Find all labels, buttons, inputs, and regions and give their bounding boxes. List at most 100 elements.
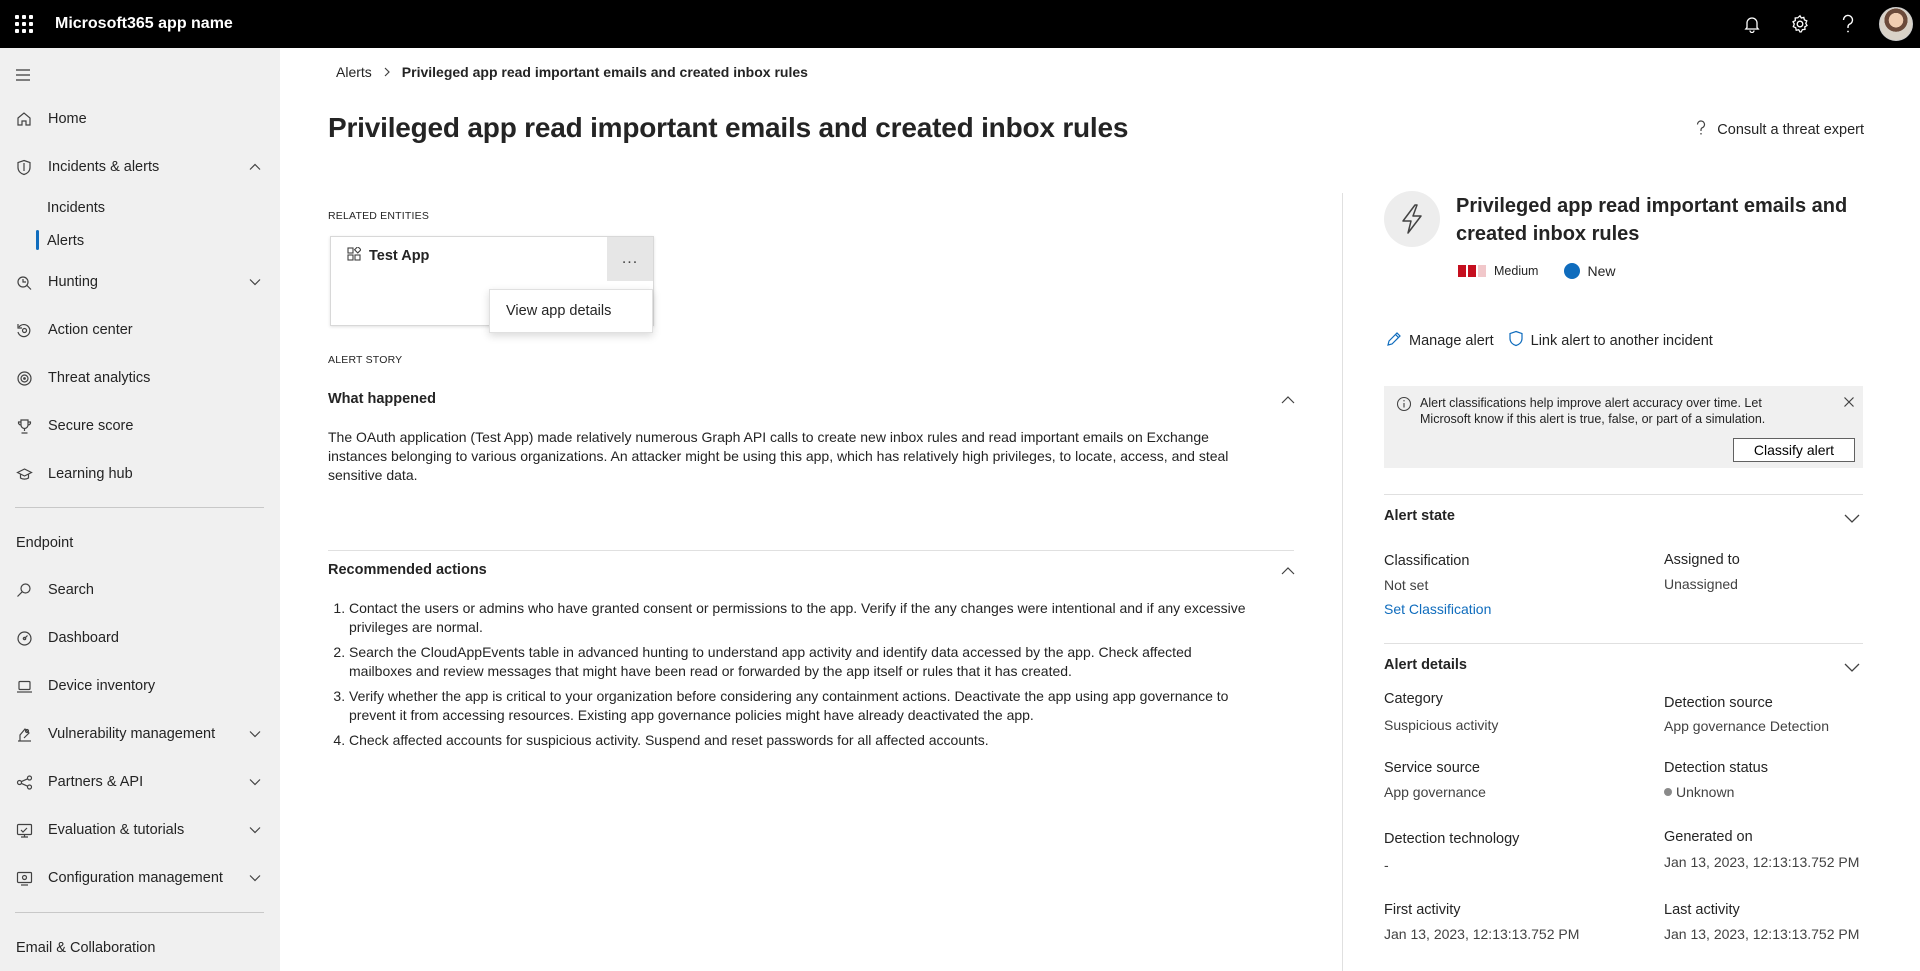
sidebar-item-threat-analytics[interactable]: Threat analytics [0, 358, 280, 398]
generated-on-value: Jan 13, 2023, 12:13:13.752 PM [1664, 854, 1860, 870]
bell-icon[interactable] [1728, 0, 1776, 48]
chevron-down-icon[interactable] [1843, 509, 1861, 527]
pencil-icon [1386, 331, 1402, 351]
close-icon[interactable] [1843, 395, 1855, 413]
sidebar-item-partners-api[interactable]: Partners & API [0, 762, 280, 802]
classify-alert-button[interactable]: Classify alert [1733, 438, 1855, 462]
what-happened-header[interactable]: What happened [328, 391, 436, 407]
shield-icon [15, 158, 33, 176]
detection-status-value: Unknown [1676, 784, 1735, 800]
more-options-button[interactable]: ... [607, 237, 653, 281]
severity-label: Medium [1494, 264, 1539, 278]
set-classification-link[interactable]: Set Classification [1384, 601, 1491, 617]
panel-divider [1342, 193, 1343, 971]
classification-label: Classification [1384, 553, 1470, 569]
sidebar-section-endpoint[interactable]: Endpoint [16, 535, 73, 551]
chevron-up-icon[interactable] [248, 160, 262, 174]
manage-alert-button[interactable]: Manage alert [1386, 331, 1494, 351]
sidebar-item-action-center[interactable]: Action center [0, 310, 280, 350]
alert-state-header[interactable]: Alert state [1384, 508, 1455, 524]
avatar[interactable] [1879, 7, 1913, 41]
recommended-actions-header[interactable]: Recommended actions [328, 562, 487, 578]
last-activity-value: Jan 13, 2023, 12:13:13.752 PM [1664, 926, 1860, 942]
sidebar-item-learning-hub[interactable]: Learning hub [0, 454, 280, 494]
gear-icon[interactable] [1776, 0, 1824, 48]
chevron-down-icon[interactable] [248, 775, 262, 789]
sidebar-item-alerts[interactable]: Alerts [47, 233, 84, 249]
configuration-icon [15, 869, 33, 887]
severity-bar [1458, 265, 1466, 277]
sidebar-item-hunting[interactable]: Hunting [0, 262, 280, 302]
page-title: Privileged app read important emails and… [328, 112, 1129, 143]
classification-info-bar: Alert classifications help improve alert… [1384, 386, 1863, 468]
threat-analytics-icon [15, 369, 33, 387]
sidebar-item-incidents-alerts[interactable]: Incidents & alerts [0, 147, 280, 187]
assigned-to-value: Unassigned [1664, 576, 1738, 592]
sidebar-item-device-inventory[interactable]: Device inventory [0, 666, 280, 706]
sidebar-item-vulnerability-management[interactable]: Vulnerability management [0, 714, 280, 754]
sidebar-item-label: Vulnerability management [48, 726, 216, 742]
recommended-actions-list: Contact the users or admins who have gra… [328, 599, 1258, 757]
waffle-icon[interactable] [0, 0, 48, 48]
panel-actions: Manage alert Link alert to another incid… [1386, 330, 1727, 351]
breadcrumb-alerts[interactable]: Alerts [336, 64, 372, 80]
sidebar-divider [15, 507, 264, 508]
category-value: Suspicious activity [1384, 717, 1499, 733]
severity-bar [1468, 265, 1476, 277]
hamburger-icon[interactable] [14, 68, 32, 82]
sidebar-item-label: Dashboard [48, 630, 119, 646]
sidebar-item-secure-score[interactable]: Secure score [0, 406, 280, 446]
chevron-up-icon[interactable] [1280, 563, 1296, 579]
sidebar-item-evaluation-tutorials[interactable]: Evaluation & tutorials [0, 810, 280, 850]
sidebar: Home Incidents & alerts Incidents Alerts… [0, 48, 280, 971]
first-activity-label: First activity [1384, 902, 1461, 918]
chevron-down-icon[interactable] [1843, 658, 1861, 676]
laptop-icon [15, 677, 33, 695]
panel-title: Privileged app read important emails and… [1456, 195, 1848, 245]
view-app-details-menu-item[interactable]: View app details [489, 289, 653, 333]
manage-alert-label: Manage alert [1409, 332, 1494, 349]
sidebar-item-label: Configuration management [48, 870, 223, 886]
severity-indicator [1458, 265, 1486, 277]
alert-summary-panel: Privileged app read important emails and… [1380, 48, 1900, 971]
chevron-up-icon[interactable] [1280, 392, 1296, 408]
chevron-down-icon[interactable] [248, 275, 262, 289]
app-name[interactable]: Microsoft365 app name [55, 15, 233, 33]
selected-indicator [36, 230, 39, 250]
sidebar-section-email[interactable]: Email & Collaboration [16, 940, 155, 956]
sidebar-item-dashboard[interactable]: Dashboard [0, 618, 280, 658]
hunting-icon [15, 273, 33, 291]
sidebar-item-configuration-management[interactable]: Configuration management [0, 858, 280, 898]
chevron-down-icon[interactable] [248, 823, 262, 837]
main-content: Alerts Privileged app read important ema… [280, 48, 1920, 971]
assigned-to-label: Assigned to [1664, 552, 1740, 568]
info-text: Alert classifications help improve alert… [1420, 396, 1766, 426]
chevron-down-icon[interactable] [248, 727, 262, 741]
help-icon[interactable] [1824, 0, 1872, 48]
entity-name: Test App [347, 245, 429, 265]
status-badge: New [1587, 263, 1616, 279]
link-alert-button[interactable]: Link alert to another incident [1508, 330, 1713, 351]
sidebar-item-label: Partners & API [48, 774, 144, 790]
sidebar-item-search[interactable]: Search [0, 570, 280, 610]
dashboard-icon [15, 629, 33, 647]
first-activity-value: Jan 13, 2023, 12:13:13.752 PM [1384, 926, 1580, 942]
section-divider [1384, 643, 1863, 644]
sidebar-item-label: Device inventory [48, 678, 156, 694]
section-divider [1384, 494, 1863, 495]
detection-status: Unknown [1664, 784, 1734, 800]
status-dot [1564, 263, 1581, 279]
detection-technology-label: Detection technology [1384, 831, 1520, 847]
list-item: Contact the users or admins who have gra… [349, 599, 1258, 636]
sidebar-item-incidents[interactable]: Incidents [47, 200, 105, 216]
shield-icon [1508, 330, 1524, 351]
app-icon [347, 245, 362, 265]
list-item: Check affected accounts for suspicious a… [349, 731, 1258, 750]
lightning-icon [1384, 191, 1440, 247]
partners-icon [15, 773, 33, 791]
chevron-down-icon[interactable] [248, 871, 262, 885]
alert-details-header[interactable]: Alert details [1384, 657, 1467, 673]
sidebar-item-home[interactable]: Home [0, 99, 280, 139]
list-item: Search the CloudAppEvents table in advan… [349, 643, 1258, 680]
entity-app-name[interactable]: Test App [369, 248, 429, 264]
